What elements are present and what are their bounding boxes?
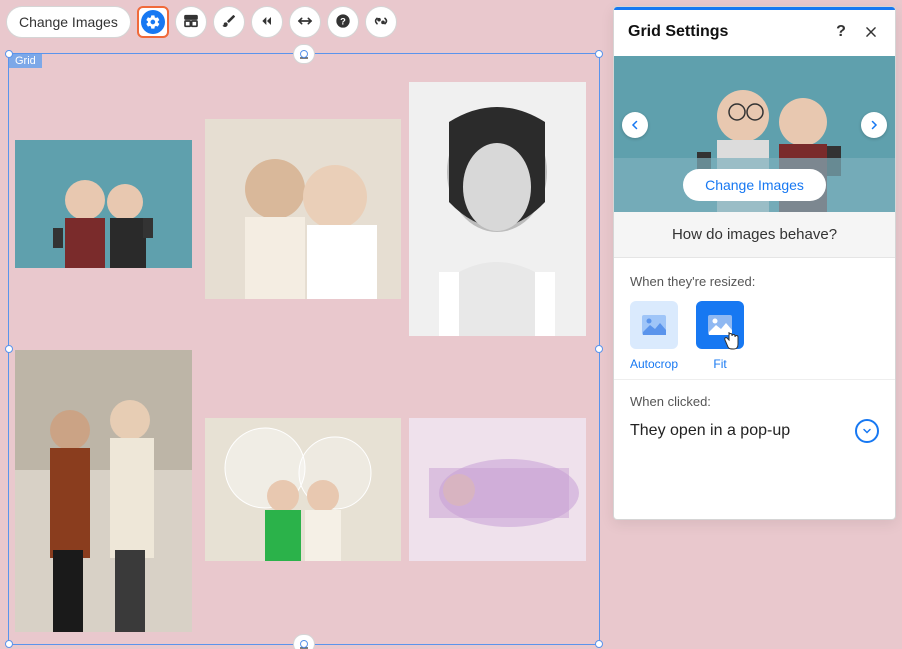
- gear-icon: [141, 10, 165, 34]
- brush-icon: [221, 13, 237, 32]
- behavior-question: How do images behave?: [614, 212, 895, 258]
- hero-next-button[interactable]: [861, 112, 887, 138]
- grid-image[interactable]: [205, 418, 401, 561]
- panel-header: Grid Settings ?: [614, 10, 895, 56]
- grid-settings-panel: Grid Settings ? Change Images How do i: [613, 6, 896, 520]
- resize-handle[interactable]: [5, 50, 13, 58]
- animation-button[interactable]: [251, 6, 283, 38]
- panel-title: Grid Settings: [628, 23, 728, 41]
- option-autocrop[interactable]: Autocrop: [630, 301, 678, 371]
- settings-gear-button[interactable]: [137, 6, 169, 38]
- grid-image[interactable]: [409, 82, 586, 336]
- resize-label: When they're resized:: [630, 274, 879, 289]
- resize-handle[interactable]: [300, 640, 308, 648]
- layout-button[interactable]: [175, 6, 207, 38]
- grid-image[interactable]: [15, 350, 192, 632]
- layout-icon: [183, 13, 199, 32]
- help-icon: ?: [335, 13, 351, 32]
- click-expand-button[interactable]: [855, 419, 879, 443]
- cursor-hand-icon: [722, 330, 740, 355]
- animate-icon: [259, 13, 275, 32]
- panel-change-images-button[interactable]: Change Images: [683, 169, 826, 201]
- autocrop-icon: [630, 301, 678, 349]
- hero-preview: Change Images: [614, 56, 895, 212]
- panel-help-button[interactable]: ?: [831, 22, 851, 42]
- resize-handle[interactable]: [300, 50, 308, 58]
- option-fit[interactable]: Fit: [696, 301, 744, 371]
- resize-handle[interactable]: [595, 50, 603, 58]
- click-behavior: When clicked: They open in a pop-up: [614, 380, 895, 453]
- help-button[interactable]: ?: [327, 6, 359, 38]
- grid-image[interactable]: [15, 140, 192, 268]
- hero-prev-button[interactable]: [622, 112, 648, 138]
- option-autocrop-label: Autocrop: [630, 357, 678, 371]
- design-brush-button[interactable]: [213, 6, 245, 38]
- resize-handle[interactable]: [5, 640, 13, 648]
- grid-label: Grid: [9, 54, 42, 68]
- resize-handle[interactable]: [595, 345, 603, 353]
- click-label: When clicked:: [630, 394, 879, 409]
- resize-options: When they're resized: Autocrop Fit: [614, 258, 895, 380]
- toolbar: Change Images ?: [6, 6, 397, 38]
- panel-close-button[interactable]: [861, 22, 881, 42]
- hero-overlay: Change Images: [614, 158, 895, 212]
- stretch-icon: [297, 13, 313, 32]
- resize-handle[interactable]: [595, 640, 603, 648]
- stretch-button[interactable]: [289, 6, 321, 38]
- grid-selection-frame[interactable]: Grid: [8, 53, 600, 645]
- fit-icon: [696, 301, 744, 349]
- grid-image[interactable]: [205, 119, 401, 299]
- grid-image[interactable]: [409, 418, 586, 561]
- option-fit-label: Fit: [713, 357, 726, 371]
- click-value: They open in a pop-up: [630, 422, 790, 440]
- change-images-button[interactable]: Change Images: [6, 6, 131, 38]
- link-icon: [373, 13, 389, 32]
- link-button[interactable]: [365, 6, 397, 38]
- resize-handle[interactable]: [5, 345, 13, 353]
- svg-text:?: ?: [340, 16, 346, 26]
